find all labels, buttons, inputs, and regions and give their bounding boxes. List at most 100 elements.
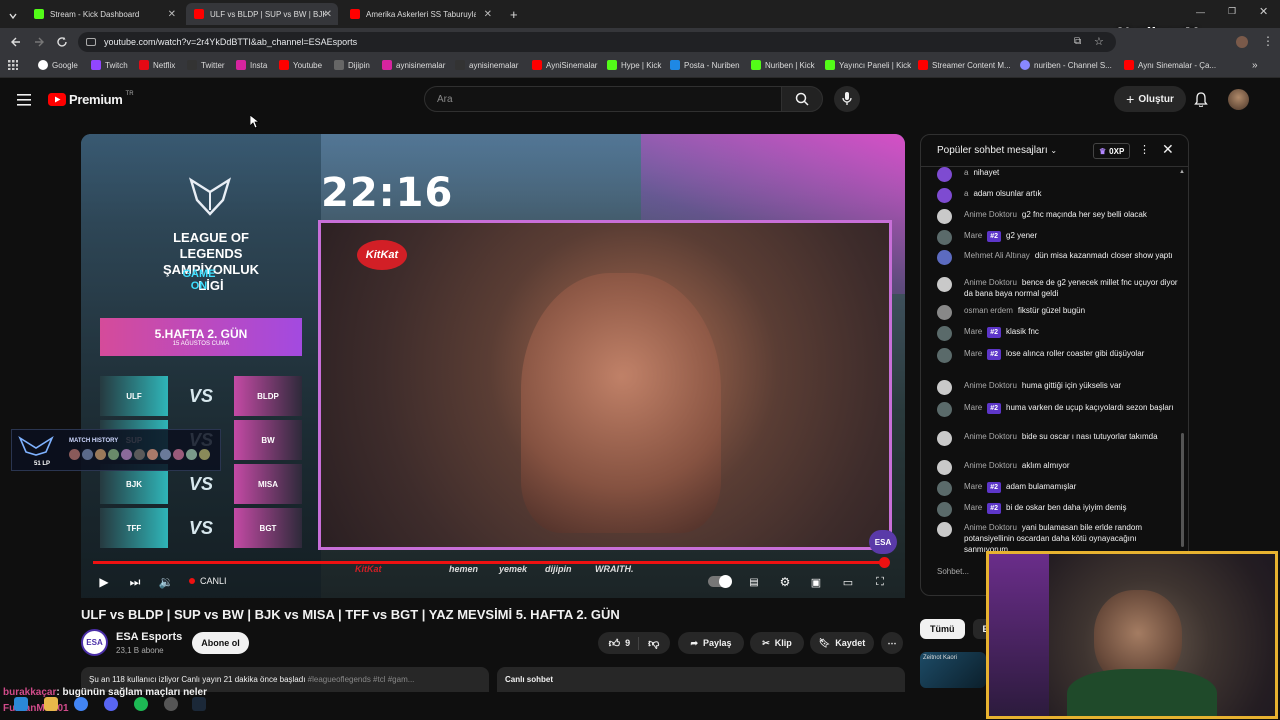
chat-mode-dropdown[interactable]: Popüler sohbet mesajları ⌄ [937,145,1057,156]
bookmark-ayni-sinemalar[interactable]: Aynı Sinemalar - Ça... [1124,60,1216,70]
chat-author[interactable]: Mare [964,403,982,412]
chat-message[interactable]: Anime Doktoru bide su oscar ı nası tutuyo… [937,431,1179,446]
tab-list-button[interactable] [0,5,26,27]
chat-avatar[interactable] [937,277,952,292]
chat-avatar[interactable] [937,326,952,341]
reload-icon[interactable] [56,35,68,53]
settings-icon[interactable]: ⚙ [776,573,794,591]
notifications-icon[interactable] [1194,92,1208,112]
subscribe-button[interactable]: Abone ol [192,632,249,654]
video-player[interactable]: LEAGUE OF LEGENDS ŞAMPİYONLUK LİGİ GAME … [81,134,905,598]
volume-icon[interactable]: 🔉 [157,573,175,591]
chat-message[interactable]: Mare #2 klasik fnc [937,326,1179,341]
scroll-up-icon[interactable]: ▲ [1179,169,1185,175]
file-explorer-icon[interactable] [44,697,58,711]
chat-message[interactable]: Anime Doktoru bence de g2 yenecek millet … [937,277,1179,299]
chat-message[interactable]: Mare #2 bi de oskar ben daha iyiyim demiş [937,502,1179,517]
chat-avatar[interactable] [937,230,952,245]
chat-author[interactable]: Mehmet Ali Altınay [964,251,1030,260]
chat-avatar[interactable] [937,502,952,517]
chrome-icon[interactable] [74,697,88,711]
xp-badge[interactable]: ♛ 0XP [1093,143,1131,159]
maximize-icon[interactable]: ❐ [1228,6,1236,17]
bookmark-star-icon[interactable]: ☆ [1094,35,1104,48]
chat-author[interactable]: Anime Doktoru [964,432,1017,441]
chat-author[interactable]: Mare [964,503,982,512]
chat-author[interactable]: Mare [964,482,982,491]
chat-avatar[interactable] [937,348,952,363]
bookmark-insta[interactable]: Insta [236,60,267,70]
create-button[interactable]: + Oluştur [1114,86,1186,112]
chat-avatar[interactable] [937,209,952,224]
chat-message[interactable]: a nihayet [937,167,1179,182]
chat-message[interactable]: Anime Doktoru aklım almıyor [937,460,1179,475]
fullscreen-icon[interactable]: ⛶ [871,573,889,591]
close-icon[interactable]: ✕ [324,9,332,20]
more-icon[interactable]: ⋮ [1262,34,1274,48]
like-button[interactable]: 👍︎ 9 [609,636,640,650]
chat-message[interactable]: a adam olsunlar artık [937,188,1179,203]
voice-search-button[interactable] [834,86,860,112]
chat-avatar[interactable] [937,250,952,265]
bookmark-streamer-content[interactable]: Streamer Content M... [918,60,1011,70]
bookmark-posta[interactable]: Posta - Nuriben [670,60,740,70]
thumbs-down-icon[interactable]: 👎︎ [644,637,659,650]
profile-icon[interactable] [1236,36,1248,48]
menu-icon[interactable] [17,93,31,111]
bookmark-twitch[interactable]: Twitch [91,60,128,70]
channel-name[interactable]: ESA Esports [116,631,182,643]
bookmark-aynisinemalar-2[interactable]: aynisinemalar [455,60,518,70]
chat-avatar[interactable] [937,380,952,395]
chat-message[interactable]: Anime Doktoru g2 fnc maçında her sey bell… [937,209,1179,224]
chat-message[interactable]: Mare #2 huma varken de uçup kaçıyolardı se… [937,402,1179,417]
chat-avatar[interactable] [937,305,952,320]
bookmark-hype-kick[interactable]: Hype | Kick [607,60,661,70]
bookmark-google[interactable]: Google [38,60,78,70]
related-video-thumbnail[interactable]: Zeitnot Kaori [920,652,986,688]
chat-author[interactable]: Anime Doktoru [964,461,1017,470]
bookmark-youtube[interactable]: Youtube [279,60,322,70]
hashtags[interactable]: #leagueoflegends #tcl #gam... [308,675,415,684]
back-icon[interactable] [10,35,22,53]
bookmark-nuriben-kick[interactable]: Nuriben | Kick [751,60,815,70]
youtube-logo[interactable]: Premium TR [48,91,134,107]
chat-avatar[interactable] [937,431,952,446]
chip-all[interactable]: Tümü [920,619,965,639]
chat-author[interactable]: Mare [964,231,982,240]
chat-message[interactable]: Mare #2 g2 yener [937,230,1179,245]
bookmark-aynisinemalar-3[interactable]: AyniSinemalar [532,60,597,70]
url-field[interactable]: youtube.com/watch?v=2r4YkDdBTTI&ab_chann… [78,32,1116,52]
clip-button[interactable]: ✂ Klip [750,632,804,654]
chat-author[interactable]: a [964,168,968,177]
apps-icon[interactable] [8,60,18,70]
bookmark-netflix[interactable]: Netflix [139,60,175,70]
chat-message[interactable]: Mare #2 lose alınca roller coaster gibi dü… [937,348,1179,363]
theater-icon[interactable]: ▭ [839,573,857,591]
chat-avatar[interactable] [937,460,952,475]
live-chat-toggle[interactable]: Canlı sohbet [497,667,905,692]
windows-start-icon[interactable] [14,697,28,711]
search-button[interactable] [781,86,823,112]
site-info-icon[interactable] [86,38,96,46]
more-bookmarks-icon[interactable]: » [1252,60,1258,71]
tab-youtube-video[interactable]: ULF vs BLDP | SUP vs BW | BJK v ✕ [186,3,338,25]
discord-icon[interactable] [104,697,118,711]
chat-input[interactable]: Sohbet... [937,567,987,585]
video-progress-bar[interactable] [93,557,890,568]
chat-avatar[interactable] [937,167,952,182]
channel-avatar[interactable]: ESA [81,629,108,656]
chat-author[interactable]: Mare [964,349,982,358]
save-button[interactable]: 🔖︎ Kaydet [810,632,874,654]
chat-message[interactable]: Anime Doktoru huma gittiği için yükselis … [937,380,1179,395]
live-indicator[interactable]: CANLI [189,576,227,586]
install-icon[interactable]: ⧉ [1074,36,1081,47]
spotify-icon[interactable] [134,697,148,711]
search-input[interactable]: Ara [424,86,782,112]
forward-icon[interactable] [33,35,45,53]
new-tab-button[interactable]: + [502,3,526,25]
bookmark-aynisinemalar-1[interactable]: aynisinemalar [382,60,445,70]
share-button[interactable]: ➦ Paylaş [678,632,744,654]
chat-author[interactable]: osman erdem [964,306,1013,315]
close-window-icon[interactable]: ✕ [1259,5,1268,18]
bookmark-nuriben-channel[interactable]: nuriben - Channel S... [1020,60,1112,70]
